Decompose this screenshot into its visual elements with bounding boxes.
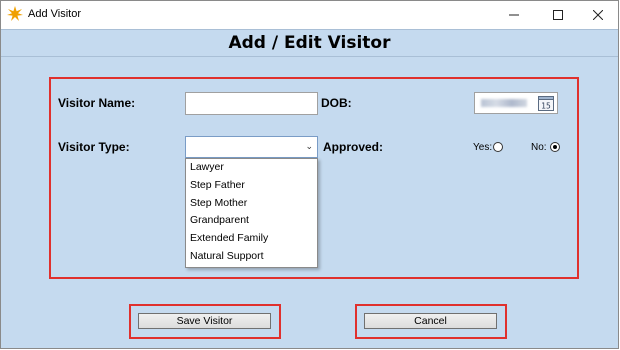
calendar-day-text: 15 bbox=[541, 102, 551, 111]
visitor-type-options-list: Lawyer Step Father Step Mother Grandpare… bbox=[185, 158, 318, 268]
form-header: Add / Edit Visitor bbox=[1, 29, 618, 57]
dropdown-option-natural-support[interactable]: Natural Support bbox=[186, 248, 317, 266]
approved-yes-label: Yes: bbox=[473, 142, 493, 153]
window-title: Add Visitor bbox=[28, 8, 81, 20]
dropdown-option-step-father[interactable]: Step Father bbox=[186, 177, 317, 195]
dob-value-blurred bbox=[481, 99, 527, 107]
approved-yes-radio[interactable] bbox=[493, 142, 503, 152]
visitor-type-label: Visitor Type: bbox=[58, 140, 130, 154]
save-visitor-button[interactable]: Save Visitor bbox=[138, 313, 271, 329]
maximize-button[interactable] bbox=[536, 1, 580, 29]
add-visitor-window: Add Visitor Add / Edit Visitor Visitor N… bbox=[0, 0, 619, 349]
calendar-icon[interactable]: 15 bbox=[538, 95, 554, 111]
visitor-name-label: Visitor Name: bbox=[58, 96, 136, 110]
title-bar: Add Visitor bbox=[1, 1, 618, 29]
dropdown-option-lawyer[interactable]: Lawyer bbox=[186, 159, 317, 177]
chevron-down-icon: ⌄ bbox=[305, 141, 313, 151]
dropdown-option-step-mother[interactable]: Step Mother bbox=[186, 195, 317, 213]
minimize-button[interactable] bbox=[492, 1, 536, 29]
approved-label: Approved: bbox=[323, 140, 383, 154]
minimize-icon bbox=[509, 14, 519, 16]
star-burst-icon bbox=[7, 6, 23, 21]
dropdown-option-grandparent[interactable]: Grandparent bbox=[186, 212, 317, 230]
dob-date-picker[interactable]: 15 bbox=[474, 92, 558, 114]
close-icon bbox=[593, 10, 603, 20]
approved-no-label: No: bbox=[531, 142, 547, 153]
page-title: Add / Edit Visitor bbox=[228, 33, 391, 53]
cancel-button[interactable]: Cancel bbox=[364, 313, 497, 329]
maximize-icon bbox=[553, 10, 563, 20]
visitor-type-dropdown[interactable]: ⌄ bbox=[185, 136, 318, 158]
dropdown-option-extended-family[interactable]: Extended Family bbox=[186, 230, 317, 248]
approved-no-radio[interactable] bbox=[550, 142, 560, 152]
dob-label: DOB: bbox=[321, 96, 352, 110]
close-button[interactable] bbox=[576, 1, 620, 29]
visitor-name-input[interactable] bbox=[185, 92, 318, 115]
